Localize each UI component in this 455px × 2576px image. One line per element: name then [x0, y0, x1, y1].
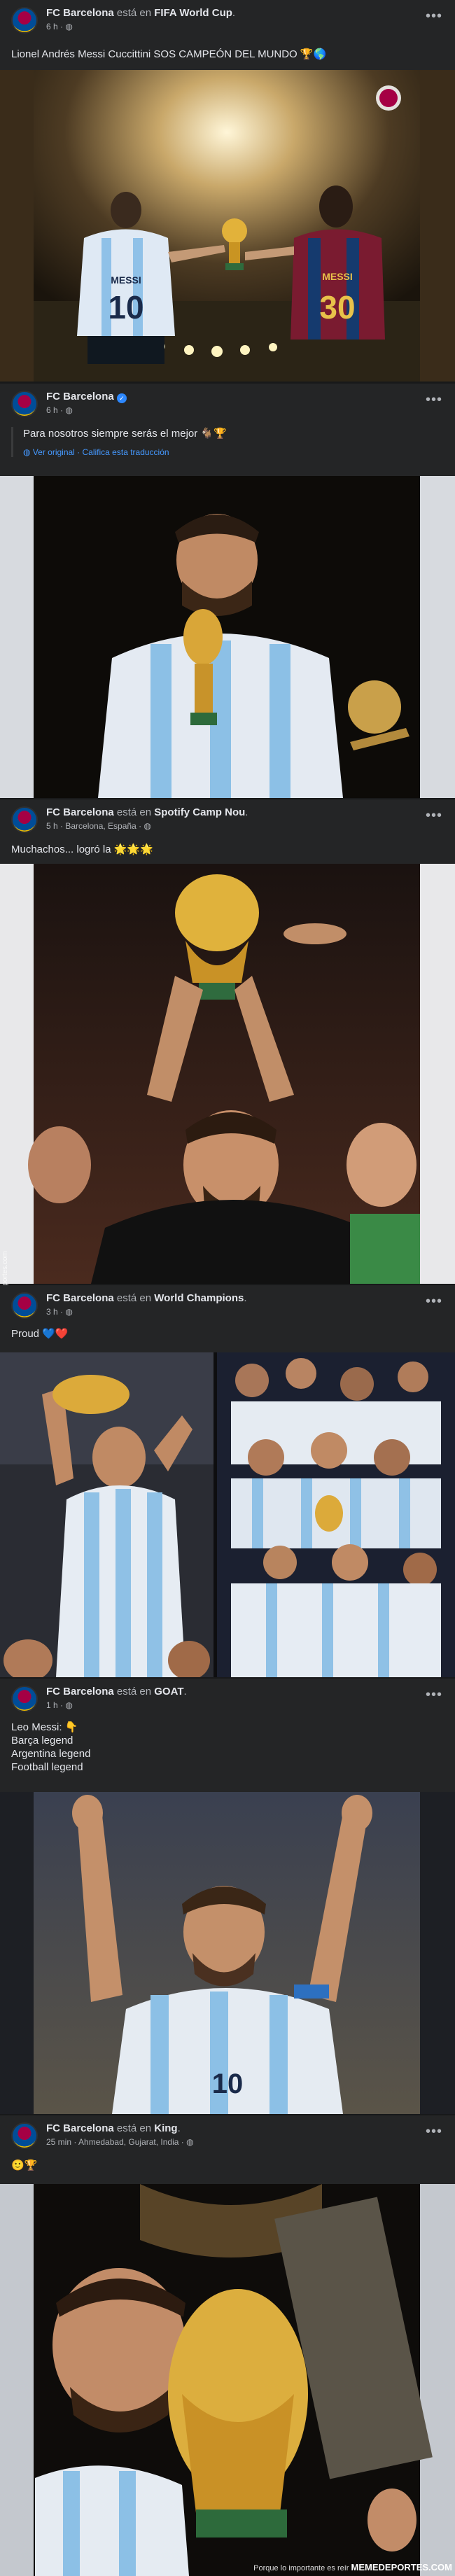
post-meta: 6 h · ◍	[46, 405, 73, 415]
post-1: FC Barcelona está en FIFA World Cup. 6 h…	[0, 0, 455, 382]
connector-text: está en	[116, 806, 152, 818]
post-2: FC Barcelona ✓ 6 h · ◍ ••• Para nosotros…	[0, 384, 455, 798]
post-header: FC Barcelona está en FIFA World Cup. 6 h…	[0, 0, 455, 39]
post-header: FC Barcelona está en World Champions. 3 …	[0, 1285, 455, 1324]
connector-text: está en	[116, 2122, 152, 2134]
post-title: FC Barcelona ✓	[46, 391, 127, 403]
fcb-avatar[interactable]	[11, 806, 38, 833]
text-line: Leo Messi: 👇	[11, 1721, 78, 1733]
fcb-avatar[interactable]	[11, 1292, 38, 1319]
post-5: FC Barcelona está en GOAT. 1 h · ◍ ••• L…	[0, 1679, 455, 2114]
post-header: FC Barcelona está en GOAT. 1 h · ◍ •••	[0, 1679, 455, 1718]
post-photo[interactable]	[0, 476, 455, 798]
connector-text: está en	[116, 1686, 152, 1698]
post-text: Proud 💙❤️	[11, 1327, 69, 1340]
svg-text:30: 30	[319, 289, 355, 326]
post-title: FC Barcelona está en GOAT.	[46, 1686, 187, 1698]
connector-text: está en	[116, 7, 152, 19]
author-link[interactable]: FC Barcelona	[46, 1686, 114, 1698]
post-text: Muchachos... logró la 🌟🌟🌟	[11, 843, 153, 856]
post-meta: 25 min · Ahmedabad, Gujarat, India · ◍	[46, 2137, 194, 2147]
text-line: Muchachos... logró la 🌟🌟🌟	[11, 844, 153, 855]
post-meta: 5 h · Barcelona, España · ◍	[46, 821, 151, 831]
more-options-icon[interactable]: •••	[426, 1687, 442, 1703]
fcb-avatar[interactable]	[11, 1686, 38, 1712]
footer-watermark-prefix: Porque lo importante es reír	[253, 2564, 349, 2572]
text-line: Football legend	[11, 1761, 83, 1773]
post-photo[interactable]: 10	[0, 1792, 455, 2114]
post-title: FC Barcelona está en World Champions.	[46, 1292, 247, 1304]
svg-text:MESSI: MESSI	[322, 271, 353, 282]
author-link[interactable]: FC Barcelona	[46, 7, 114, 19]
post-header: FC Barcelona está en Spotify Camp Nou. 5…	[0, 799, 455, 839]
post-title: FC Barcelona está en King.	[46, 2122, 181, 2134]
fcb-avatar[interactable]	[11, 391, 38, 417]
author-link[interactable]: FC Barcelona	[46, 391, 114, 402]
more-options-icon[interactable]: •••	[426, 2124, 442, 2140]
location-link[interactable]: FIFA World Cup	[154, 7, 232, 19]
post-4: FC Barcelona está en World Champions. 3 …	[0, 1285, 455, 1677]
author-link[interactable]: FC Barcelona	[46, 806, 114, 818]
footer-watermark: Porque lo importante es reír MEMEDEPORTE…	[253, 2562, 452, 2572]
more-options-icon[interactable]: •••	[426, 808, 442, 824]
photo-right	[217, 1352, 455, 1677]
footer-watermark-brand: MEMEDEPORTES.COM	[351, 2562, 452, 2572]
post-title: FC Barcelona está en FIFA World Cup.	[46, 7, 236, 19]
text-line: Barça legend	[11, 1735, 74, 1746]
svg-text:MESSI: MESSI	[111, 274, 141, 286]
post-text: 🙂🏆	[11, 2159, 37, 2172]
post-text: Leo Messi: 👇 Barça legend Argentina lege…	[11, 1721, 90, 1774]
verified-icon: ✓	[116, 393, 127, 403]
author-link[interactable]: FC Barcelona	[46, 1292, 114, 1304]
post-photo-collage[interactable]	[0, 1352, 455, 1677]
post-3: FC Barcelona está en Spotify Camp Nou. 5…	[0, 799, 455, 1284]
post-6: FC Barcelona está en King. 25 min · Ahme…	[0, 2115, 455, 2576]
post-meta: 3 h · ◍	[46, 1307, 73, 1317]
location-link[interactable]: World Champions	[154, 1292, 244, 1304]
author-link[interactable]: FC Barcelona	[46, 2122, 114, 2134]
post-meta: 1 h · ◍	[46, 1700, 73, 1710]
text-line: Lionel Andrés Messi Cuccittini SOS CAMPE…	[11, 48, 327, 60]
text-line: 🙂🏆	[11, 2160, 38, 2171]
post-header: FC Barcelona ✓ 6 h · ◍ •••	[0, 384, 455, 423]
more-options-icon[interactable]: •••	[426, 392, 442, 408]
post-photo[interactable]: MESSI 10 MESSI 30	[0, 70, 455, 382]
post-header: FC Barcelona está en King. 25 min · Ahme…	[0, 2115, 455, 2155]
location-link[interactable]: Spotify Camp Nou	[154, 806, 245, 818]
more-options-icon[interactable]: •••	[426, 8, 442, 24]
svg-text:10: 10	[108, 289, 144, 326]
post-meta: 6 h · ◍	[46, 22, 73, 31]
post-photo[interactable]	[0, 864, 455, 1284]
post-photo[interactable]	[0, 2184, 455, 2576]
translation-link[interactable]: ◍ Ver original · Califica esta traducció…	[23, 447, 227, 457]
more-options-icon[interactable]: •••	[426, 1294, 442, 1310]
post-title: FC Barcelona está en Spotify Camp Nou.	[46, 806, 248, 818]
photo-left	[0, 1352, 214, 1677]
location-link[interactable]: GOAT	[154, 1686, 183, 1698]
fcb-avatar[interactable]	[11, 2122, 38, 2149]
location-link[interactable]: King	[154, 2122, 177, 2134]
translated-quote: Para nosotros siempre serás el mejor 🐐🏆 …	[11, 427, 227, 457]
post-text: Lionel Andrés Messi Cuccittini SOS CAMPE…	[11, 48, 326, 61]
fcb-avatar[interactable]	[11, 7, 38, 34]
svg-text:10: 10	[212, 2068, 244, 2099]
quote-text: Para nosotros siempre serás el mejor 🐐🏆	[23, 428, 227, 440]
text-line: Proud 💙❤️	[11, 1328, 69, 1340]
connector-text: está en	[116, 1292, 152, 1304]
text-line: Argentina legend	[11, 1748, 91, 1760]
